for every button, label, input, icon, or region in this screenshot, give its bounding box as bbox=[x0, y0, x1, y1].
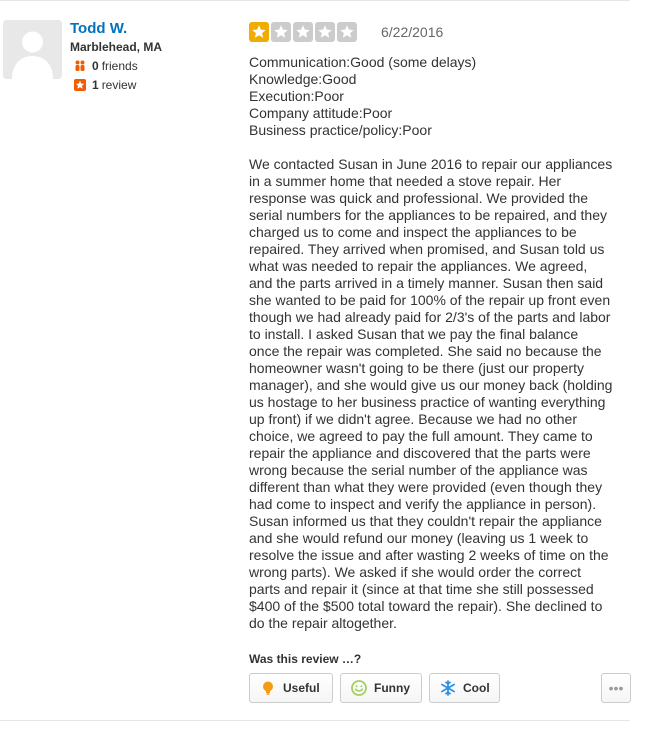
smiley-icon bbox=[351, 680, 367, 696]
bottom-divider bbox=[0, 720, 630, 721]
friends-count: 0 friends bbox=[74, 59, 138, 73]
review-text-line: repair the appliance and discovered that… bbox=[249, 445, 591, 461]
review-text-line: do the repair altogether. bbox=[249, 615, 397, 631]
user-avatar[interactable] bbox=[3, 20, 62, 79]
review-text-line: We contacted Susan in June 2016 to repai… bbox=[249, 156, 613, 172]
star-icon bbox=[337, 22, 357, 42]
review-text-line: in a summer home that needed a stove rep… bbox=[249, 173, 562, 189]
review-text-line: response was quick and professional. We … bbox=[249, 190, 589, 206]
review-text-line: and she would refund our money (leaving … bbox=[249, 530, 589, 546]
default-user-avatar-icon bbox=[3, 20, 62, 79]
review-text-line: Susan informed us that they couldn't rep… bbox=[249, 513, 602, 529]
review-text-line: $400 of the $500 total toward the repair… bbox=[249, 598, 603, 614]
review-text-line: up front) if we didn't agree. Because we… bbox=[249, 411, 577, 427]
sub-rating-line: Company attitude:Poor bbox=[249, 105, 393, 121]
snowflake-icon bbox=[440, 680, 456, 696]
sub-rating-line: Execution:Poor bbox=[249, 88, 344, 104]
review-count: 1 review bbox=[74, 78, 136, 92]
sub-rating-line: Knowledge:Good bbox=[249, 71, 357, 87]
friends-icon bbox=[74, 60, 86, 72]
vote-buttons: Useful Funny Cool bbox=[249, 673, 507, 703]
review-text-line: manager), and she would give us our mone… bbox=[249, 377, 613, 393]
funny-label: Funny bbox=[374, 681, 410, 695]
review-text-line: once the repair was completed. She said … bbox=[249, 343, 602, 359]
star-icon bbox=[315, 22, 335, 42]
sub-rating-line: Communication:Good (some delays) bbox=[249, 54, 477, 70]
more-options-button[interactable]: ••• bbox=[601, 673, 631, 703]
lightbulb-icon bbox=[260, 680, 276, 696]
review-text-line: us hostage to her business practice of w… bbox=[249, 394, 606, 410]
review-text-line: choice, we agreed to pay the full amount… bbox=[249, 428, 593, 444]
review-number: 1 bbox=[92, 78, 99, 92]
star-icon bbox=[293, 22, 313, 42]
user-location: Marblehead, MA bbox=[70, 40, 163, 54]
review-label: review bbox=[101, 78, 137, 92]
star-rating bbox=[249, 22, 359, 42]
review-text-line: wrong parts). We asked if she would orde… bbox=[249, 564, 582, 580]
funny-button[interactable]: Funny bbox=[340, 673, 422, 703]
star-icon bbox=[249, 22, 269, 42]
top-divider bbox=[0, 0, 630, 1]
sub-rating-line: Business practice/policy:Poor bbox=[249, 122, 432, 138]
review-text-line: she wanted to be paid for 100% of the re… bbox=[249, 292, 611, 308]
review-text-line: repaired. They arrived when promised, an… bbox=[249, 241, 605, 257]
more-icon: ••• bbox=[608, 680, 624, 696]
friends-label: friends bbox=[101, 59, 138, 73]
vote-prompt: Was this review …? bbox=[249, 652, 362, 666]
useful-label: Useful bbox=[283, 681, 320, 695]
cool-label: Cool bbox=[463, 681, 490, 695]
review-text-line: and the parts arrived in a timely manner… bbox=[249, 275, 604, 291]
review-text-line: had come to inspect and verify the appli… bbox=[249, 496, 597, 512]
star-icon bbox=[271, 22, 291, 42]
sub-ratings-list: Communication:Good (some delays) Knowledg… bbox=[249, 54, 476, 139]
review-text-line: charged us to come and inspect the appli… bbox=[249, 224, 577, 240]
user-name-link[interactable]: Todd W. bbox=[70, 20, 127, 37]
review-text-line: resolve the issue and after wasting 2 we… bbox=[249, 547, 609, 563]
cool-button[interactable]: Cool bbox=[429, 673, 500, 703]
review-text-line: though we had already paid for 2/3's of … bbox=[249, 309, 611, 325]
useful-button[interactable]: Useful bbox=[249, 673, 333, 703]
review-text: We contacted Susan in June 2016 to repai… bbox=[249, 156, 629, 632]
review-text-line: homeowner wasn't going to be there (just… bbox=[249, 360, 584, 376]
review-date: 6/22/2016 bbox=[381, 24, 444, 40]
review-text-line: serial numbers for the appliances to be … bbox=[249, 207, 607, 223]
review-text-line: wrong because the serial number of the a… bbox=[249, 462, 588, 478]
friends-number: 0 bbox=[92, 59, 99, 73]
review-text-line: to install. I asked Susan that we pay th… bbox=[249, 326, 579, 342]
review-text-line: what was needed to repair the appliances… bbox=[249, 258, 588, 274]
review-star-icon bbox=[74, 79, 86, 91]
review-item: Todd W. Marblehead, MA 0 friends 1 revie… bbox=[0, 0, 672, 734]
review-text-line: parts and repair it (since at that time … bbox=[249, 581, 594, 597]
review-text-line: different than what they were provided (… bbox=[249, 479, 603, 495]
